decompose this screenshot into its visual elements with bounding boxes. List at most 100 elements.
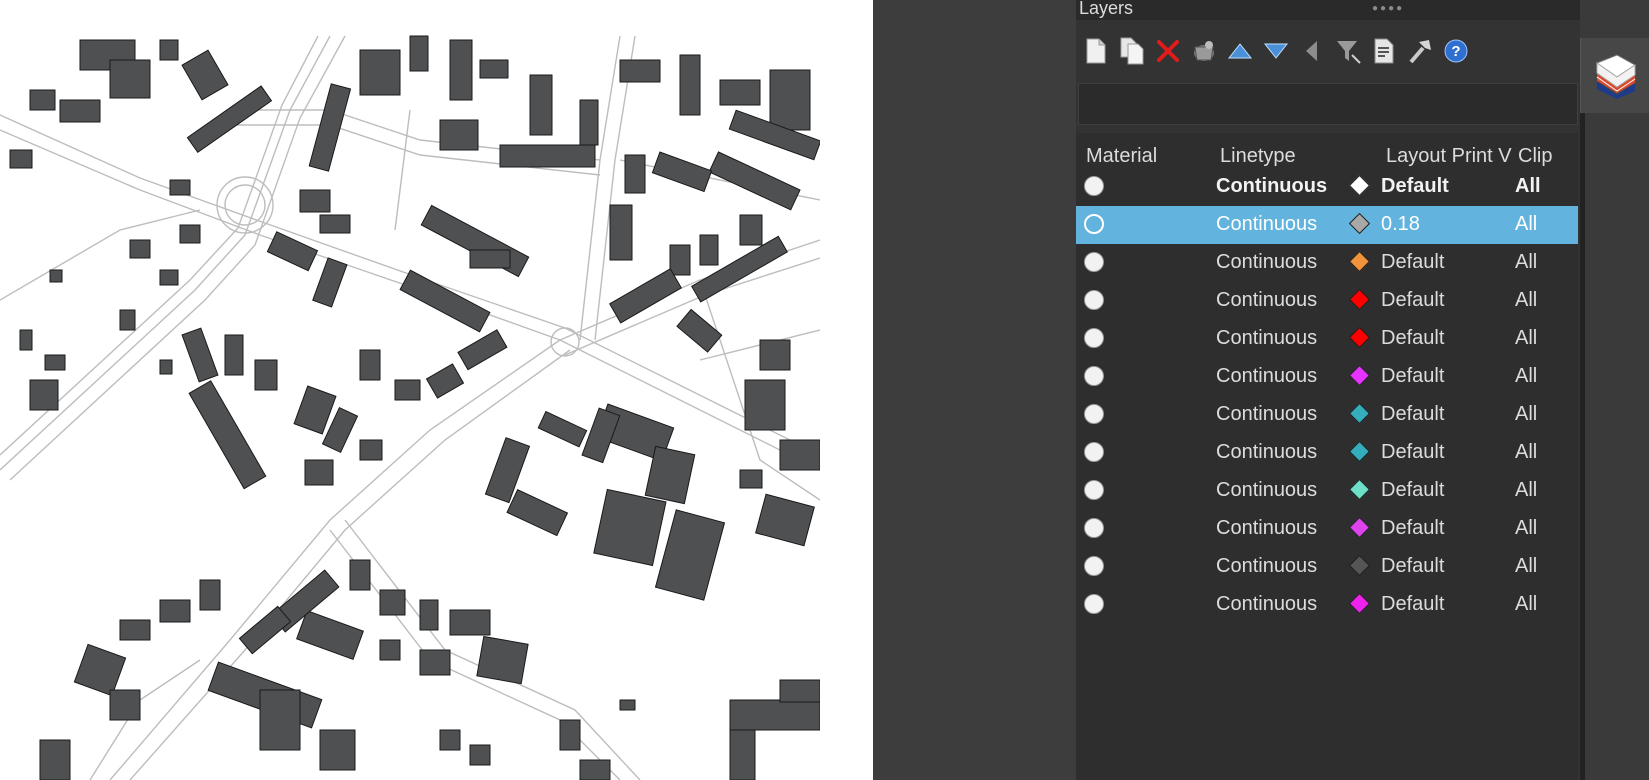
print-width-cell[interactable]: Default xyxy=(1381,441,1444,464)
layer-row[interactable]: Continuous Default All xyxy=(1076,472,1578,510)
material-radio[interactable] xyxy=(1084,328,1104,348)
color-swatch[interactable] xyxy=(1348,554,1371,577)
material-radio[interactable] xyxy=(1084,480,1104,500)
print-width-cell[interactable]: Default xyxy=(1381,365,1444,388)
clip-cell[interactable]: All xyxy=(1515,479,1537,502)
linetype-cell[interactable]: Continuous xyxy=(1216,403,1317,426)
filter-button[interactable] xyxy=(1332,34,1364,68)
color-swatch[interactable] xyxy=(1348,440,1371,463)
material-radio[interactable] xyxy=(1084,518,1104,538)
color-swatch[interactable] xyxy=(1348,402,1371,425)
color-swatch[interactable] xyxy=(1348,288,1371,311)
print-width-cell[interactable]: Default xyxy=(1381,289,1444,312)
header-material[interactable]: Material xyxy=(1086,145,1157,168)
layer-row[interactable]: Continuous Default All xyxy=(1076,244,1578,282)
print-width-cell[interactable]: Default xyxy=(1381,517,1444,540)
print-width-cell[interactable]: 0.18 xyxy=(1381,213,1420,236)
linetype-cell[interactable]: Continuous xyxy=(1216,365,1317,388)
empty-dock-area xyxy=(877,0,1076,780)
material-radio[interactable] xyxy=(1084,442,1104,462)
layer-row[interactable]: Continuous Default All xyxy=(1076,586,1578,624)
move-up-button[interactable] xyxy=(1224,34,1256,68)
move-down-button[interactable] xyxy=(1260,34,1292,68)
clip-cell[interactable]: All xyxy=(1515,517,1537,540)
color-swatch[interactable] xyxy=(1348,212,1371,235)
clip-cell[interactable]: All xyxy=(1515,555,1537,578)
color-swatch[interactable] xyxy=(1348,478,1371,501)
svg-text:?: ? xyxy=(1451,43,1460,60)
print-width-cell[interactable]: Default xyxy=(1381,593,1444,616)
material-radio[interactable] xyxy=(1084,556,1104,576)
material-radio[interactable] xyxy=(1084,404,1104,424)
collapse-button[interactable] xyxy=(1296,34,1328,68)
clip-cell[interactable]: All xyxy=(1515,327,1537,350)
material-radio[interactable] xyxy=(1084,252,1104,272)
layer-row[interactable]: Continuous Default All xyxy=(1076,282,1578,320)
linetype-cell[interactable]: Continuous xyxy=(1216,175,1327,198)
move-down-icon xyxy=(1263,43,1289,59)
color-swatch[interactable] xyxy=(1348,174,1371,197)
print-width-cell[interactable]: Default xyxy=(1381,251,1444,274)
print-width-cell[interactable]: Default xyxy=(1381,327,1444,350)
header-clip[interactable]: Clip xyxy=(1518,145,1552,168)
layer-row[interactable]: Continuous Default All xyxy=(1076,320,1578,358)
new-layer-button[interactable] xyxy=(1080,34,1112,68)
clip-cell[interactable]: All xyxy=(1515,213,1537,236)
material-radio[interactable] xyxy=(1084,214,1104,234)
layer-row[interactable]: Continuous Default All xyxy=(1076,358,1578,396)
properties-button[interactable] xyxy=(1368,34,1400,68)
header-layout-print[interactable]: Layout Print V xyxy=(1386,145,1514,168)
print-width-cell[interactable]: Default xyxy=(1381,403,1444,426)
clip-cell[interactable]: All xyxy=(1515,289,1537,312)
material-radio[interactable] xyxy=(1084,290,1104,310)
clip-cell[interactable]: All xyxy=(1515,251,1537,274)
linetype-cell[interactable]: Continuous xyxy=(1216,517,1317,540)
duplicate-layer-icon xyxy=(1120,37,1144,65)
color-swatch[interactable] xyxy=(1348,326,1371,349)
color-swatch[interactable] xyxy=(1348,364,1371,387)
linetype-cell[interactable]: Continuous xyxy=(1216,555,1317,578)
layer-row[interactable]: Continuous Default All xyxy=(1076,168,1578,206)
layer-filter-box[interactable] xyxy=(1078,83,1578,125)
purge-button[interactable] xyxy=(1188,34,1220,68)
linetype-cell[interactable]: Continuous xyxy=(1216,327,1317,350)
color-swatch[interactable] xyxy=(1348,516,1371,539)
print-width-cell[interactable]: Default xyxy=(1381,555,1444,578)
duplicate-layer-button[interactable] xyxy=(1116,34,1148,68)
material-radio[interactable] xyxy=(1084,366,1104,386)
linetype-cell[interactable]: Continuous xyxy=(1216,213,1317,236)
layer-row[interactable]: Continuous 0.18 All xyxy=(1076,206,1578,244)
linetype-cell[interactable]: Continuous xyxy=(1216,593,1317,616)
layer-row[interactable]: Continuous Default All xyxy=(1076,548,1578,586)
material-radio[interactable] xyxy=(1084,594,1104,614)
layer-row[interactable]: Continuous Default All xyxy=(1076,510,1578,548)
tools-button[interactable] xyxy=(1404,34,1436,68)
layers-side-tab[interactable] xyxy=(1580,38,1649,113)
clip-cell[interactable]: All xyxy=(1515,403,1537,426)
print-width-cell[interactable]: Default xyxy=(1381,479,1444,502)
move-up-icon xyxy=(1227,43,1253,59)
header-linetype[interactable]: Linetype xyxy=(1220,145,1296,168)
linetype-cell[interactable]: Continuous xyxy=(1216,251,1317,274)
color-swatch[interactable] xyxy=(1348,592,1371,615)
drag-grip-icon[interactable]: ●●●● xyxy=(1372,3,1404,14)
side-dock-strip xyxy=(1580,0,1649,780)
linetype-cell[interactable]: Continuous xyxy=(1216,289,1317,312)
clip-cell[interactable]: All xyxy=(1515,441,1537,464)
delete-layer-button[interactable] xyxy=(1152,34,1184,68)
properties-icon xyxy=(1374,38,1394,64)
linetype-cell[interactable]: Continuous xyxy=(1216,441,1317,464)
clip-cell[interactable]: All xyxy=(1515,175,1541,198)
panel-header[interactable]: Layers ●●●● xyxy=(1076,0,1580,20)
help-button[interactable]: ? xyxy=(1440,34,1472,68)
print-width-cell[interactable]: Default xyxy=(1381,175,1449,198)
drawing-viewport[interactable] xyxy=(0,0,873,780)
help-icon: ? xyxy=(1444,39,1468,63)
layer-row[interactable]: Continuous Default All xyxy=(1076,434,1578,472)
clip-cell[interactable]: All xyxy=(1515,365,1537,388)
clip-cell[interactable]: All xyxy=(1515,593,1537,616)
color-swatch[interactable] xyxy=(1348,250,1371,273)
linetype-cell[interactable]: Continuous xyxy=(1216,479,1317,502)
material-radio[interactable] xyxy=(1084,176,1104,196)
layer-row[interactable]: Continuous Default All xyxy=(1076,396,1578,434)
